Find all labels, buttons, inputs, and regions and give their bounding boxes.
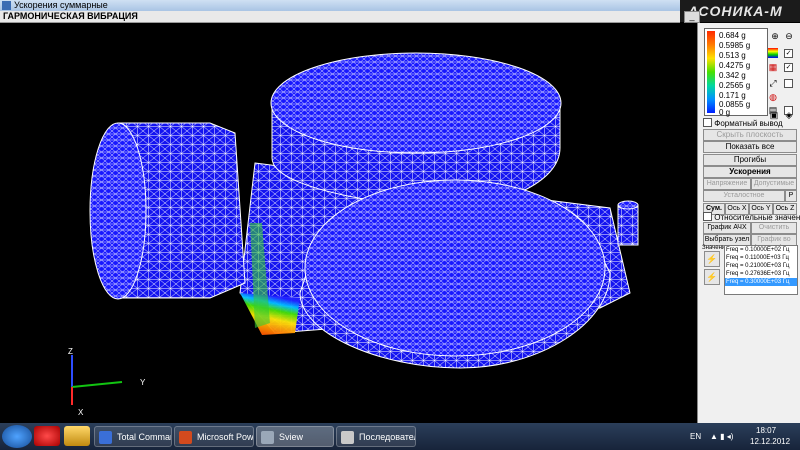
- legend-value: 0.171 g: [719, 91, 746, 100]
- format-output-label: Форматный вывод: [714, 119, 783, 128]
- hide-plane-button[interactable]: Скрыть плоскость: [703, 129, 797, 141]
- zoom-out-icon[interactable]: ⊖: [784, 31, 794, 41]
- minimize-button[interactable]: _: [684, 11, 700, 23]
- legend-value: 0.513 g: [719, 51, 746, 60]
- scale-icon[interactable]: ⤢: [768, 78, 778, 88]
- front-disc: [299, 179, 611, 369]
- axis-z-label: Z: [68, 347, 73, 356]
- color-map-icon[interactable]: [768, 48, 778, 58]
- format-output-option[interactable]: Форматный вывод: [703, 117, 783, 129]
- show-all-button[interactable]: Показать все: [703, 141, 797, 153]
- analysis-title: ГАРМОНИЧЕСКАЯ ВИБРАЦИЯ: [3, 11, 138, 21]
- allowable-button[interactable]: Допустимые: [751, 178, 797, 190]
- legend-gradient: [707, 31, 715, 113]
- task-sequence[interactable]: Последовательн...: [336, 426, 416, 447]
- afc-graph-button[interactable]: График АЧХ: [703, 222, 751, 234]
- accelerations-button[interactable]: Ускорения: [703, 166, 797, 178]
- window-icon: [341, 431, 354, 444]
- color-map-checkbox[interactable]: ✓: [784, 49, 793, 58]
- palette-icon[interactable]: ◈: [784, 110, 794, 120]
- powerpoint-icon: [179, 431, 192, 444]
- total-commander-icon: [99, 431, 112, 444]
- task-total-commander[interactable]: Total Commande...: [94, 426, 172, 447]
- relative-values-checkbox[interactable]: [703, 212, 712, 221]
- frequency-item[interactable]: Freq = 0.11000E+03 Гц: [725, 254, 797, 262]
- axis-x-label: X: [78, 408, 84, 417]
- view-toolbar: ⊕ ⊖ ✓ ▦ ✓ ⤢ ◍ ▤: [768, 28, 798, 118]
- frequency-item[interactable]: Freq = 0.10000E+02 Гц: [725, 246, 797, 254]
- clear-button[interactable]: Очистить: [751, 222, 797, 234]
- 3d-viewport[interactable]: Z Y X: [0, 23, 697, 423]
- relative-values-label: Относительные значения: [714, 213, 800, 222]
- clock-date[interactable]: 12.12.2012: [750, 436, 790, 448]
- fatigue-p-button[interactable]: P: [785, 190, 797, 202]
- tray-icons[interactable]: ▲ ▮ ◂): [710, 431, 733, 443]
- legend-value: 0.2565 g: [719, 81, 751, 90]
- task-sview[interactable]: Sview: [256, 426, 334, 447]
- frequency-item-selected[interactable]: Freq = 0.30000E+03 Гц: [725, 278, 797, 286]
- zoom-in-icon[interactable]: ⊕: [770, 31, 780, 41]
- frequency-item[interactable]: Freq = 0.21000E+03 Гц: [725, 262, 797, 270]
- start-button[interactable]: [2, 425, 32, 448]
- legend-value: 0 g: [719, 108, 731, 117]
- step-icon[interactable]: ⚡: [704, 269, 720, 285]
- control-panel: 0.684 g 0.5985 g 0.513 g 0.4275 g 0.342 …: [697, 23, 800, 423]
- deflections-button[interactable]: Прогибы: [703, 154, 797, 166]
- mesh-grid-icon[interactable]: ▦: [768, 62, 778, 72]
- small-fitting: [617, 200, 639, 246]
- axes-triad: Z Y X: [68, 347, 146, 417]
- sview-icon: [261, 431, 274, 444]
- folder-icon[interactable]: [64, 426, 90, 446]
- legend-value: 0.684 g: [719, 31, 746, 40]
- asonika-logo: АСОНИКА-М: [688, 3, 783, 19]
- animate-icon[interactable]: ⚡: [704, 251, 720, 267]
- scale-checkbox[interactable]: [784, 79, 793, 88]
- opera-icon[interactable]: [34, 426, 60, 446]
- color-legend: 0.684 g 0.5985 g 0.513 g 0.4275 g 0.342 …: [704, 28, 768, 117]
- frequency-item[interactable]: Freq = 0.27636E+03 Гц: [725, 270, 797, 278]
- view-header: ГАРМОНИЧЕСКАЯ ВИБРАЦИЯ: [0, 11, 680, 23]
- task-powerpoint[interactable]: Microsoft PowerP...: [174, 426, 254, 447]
- deform-icon[interactable]: ◍: [768, 92, 778, 102]
- language-indicator[interactable]: EN: [690, 431, 701, 443]
- fem-model: Z Y X: [68, 52, 639, 417]
- mesh-checkbox[interactable]: ✓: [784, 63, 793, 72]
- fatigue-button[interactable]: Усталостное разрушение: [703, 190, 785, 209]
- axis-y-label: Y: [140, 378, 146, 387]
- stresses-button[interactable]: Напряжение: [703, 178, 751, 190]
- frequency-list[interactable]: Freq = 0.10000E+02 Гц Freq = 0.11000E+03…: [724, 245, 798, 295]
- legend-value: 0.4275 g: [719, 61, 751, 70]
- format-output-checkbox[interactable]: [703, 118, 712, 127]
- left-cylinder: [89, 122, 246, 300]
- taskbar: Total Commande... Microsoft PowerP... Sv…: [0, 423, 800, 450]
- app-icon: [2, 1, 11, 10]
- legend-value: 0.5985 g: [719, 41, 751, 50]
- window-title: Ускорения суммарные: [14, 0, 108, 10]
- legend-value: 0.342 g: [719, 71, 746, 80]
